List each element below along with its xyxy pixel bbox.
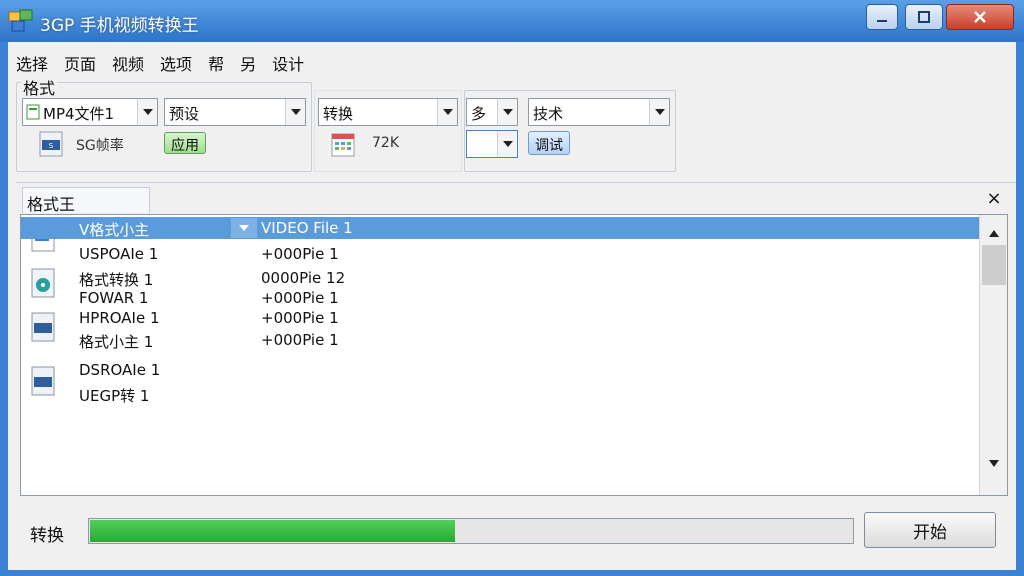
menu-item-select[interactable]: 选择 <box>8 46 56 74</box>
info-text: 72K <box>372 135 399 151</box>
list-header: 格式王 <box>16 182 1016 214</box>
small-combo-value: 多 <box>471 105 487 123</box>
row-value: VIDEO File 1 <box>261 219 353 237</box>
file-list[interactable]: V格式小主 VIDEO File 1 USPOAIe 1 +000Pie 1 格… <box>20 214 1008 496</box>
window-title: 3GP 手机视频转换王 <box>40 16 199 36</box>
settings-button[interactable]: 调试 <box>528 131 570 155</box>
chevron-down-icon <box>290 109 301 115</box>
list-row[interactable]: UEGP转 1 <box>21 383 979 405</box>
app-window: 3GP 手机视频转换王 选择 页面 视频 选项 帮 另 设计 格式 MP4文件1 <box>0 0 1024 576</box>
chevron-down-icon <box>442 109 453 115</box>
menu-item-help[interactable]: 帮 <box>200 46 232 74</box>
list-row[interactable]: 格式小主 1 +000Pie 1 <box>21 329 979 351</box>
chevron-down-icon <box>142 109 153 115</box>
maximize-icon <box>918 11 930 23</box>
row-name: UEGP转 1 <box>79 387 150 405</box>
file-size-text: SG帧率 <box>76 138 124 154</box>
svg-text:S: S <box>49 142 54 150</box>
status-label: 转换 <box>30 526 64 546</box>
list-row[interactable]: 格式转换 1 0000Pie 12 <box>21 267 979 289</box>
row-name: V格式小主 <box>79 221 150 239</box>
empty-combo[interactable] <box>466 130 518 158</box>
list-row[interactable]: V格式小主 VIDEO File 1 <box>21 217 979 239</box>
list-close-icon[interactable]: × <box>984 188 1004 209</box>
close-button[interactable] <box>946 4 1014 30</box>
empty-combo-arrow[interactable] <box>497 131 517 157</box>
scroll-up-button[interactable] <box>980 221 1007 245</box>
format-combo-arrow[interactable] <box>137 99 157 125</box>
convert-combo[interactable]: 转换 <box>318 98 458 126</box>
technical-combo-value: 技术 <box>533 105 564 123</box>
format-group-label: 格式 <box>21 75 58 99</box>
preset-combo-value: 预设 <box>169 105 200 123</box>
file-icon <box>26 104 40 120</box>
menu-item-page[interactable]: 页面 <box>56 46 104 74</box>
minimize-button[interactable] <box>866 4 898 30</box>
list-row[interactable]: HPROAIe 1 +000Pie 1 <box>21 307 979 329</box>
format-combo[interactable]: MP4文件1 <box>22 98 158 126</box>
scroll-down-button[interactable] <box>980 451 1007 475</box>
progress-fill <box>90 520 455 542</box>
conversion-progress-bar <box>88 518 854 544</box>
convert-combo-arrow[interactable] <box>437 99 457 125</box>
technical-combo-arrow[interactable] <box>649 99 669 125</box>
list-tab[interactable]: 格式王 <box>22 187 150 214</box>
apply-button[interactable]: 应用 <box>164 132 206 154</box>
list-row[interactable]: FOWAR 1 +000Pie 1 <box>21 287 979 309</box>
list-scrollbar[interactable] <box>979 215 1007 495</box>
row-value: +000Pie 1 <box>261 309 339 327</box>
close-icon <box>974 11 986 23</box>
menu-bar: 选择 页面 视频 选项 帮 另 设计 <box>8 46 1016 74</box>
row-name: DSROAIe 1 <box>79 361 161 379</box>
convert-combo-value: 转换 <box>323 105 354 123</box>
row-dropdown[interactable] <box>231 218 257 238</box>
row-name: 格式小主 1 <box>79 333 154 351</box>
app-logo-icon <box>8 9 33 32</box>
small-combo-arrow[interactable] <box>497 99 517 125</box>
menu-item-options[interactable]: 选项 <box>152 46 200 74</box>
list-row[interactable]: USPOAIe 1 +000Pie 1 <box>21 243 979 265</box>
title-bar[interactable]: 3GP 手机视频转换王 <box>0 0 1024 42</box>
calendar-icon <box>331 133 355 157</box>
maximize-button[interactable] <box>905 4 943 30</box>
list-row[interactable]: DSROAIe 1 <box>21 359 979 381</box>
format-combo-value: MP4文件1 <box>43 105 115 123</box>
small-combo[interactable]: 多 <box>466 98 518 126</box>
chevron-down-icon <box>502 109 513 115</box>
client-area: 选择 页面 视频 选项 帮 另 设计 格式 MP4文件1 预设 S SG帧率 应… <box>8 42 1016 570</box>
row-value: 0000Pie 12 <box>261 269 346 287</box>
row-value: +000Pie 1 <box>261 245 339 263</box>
video-file-icon: S <box>39 131 63 157</box>
preset-combo-arrow[interactable] <box>285 99 305 125</box>
chevron-down-icon <box>654 109 665 115</box>
row-name: HPROAIe 1 <box>79 309 160 327</box>
chevron-down-icon <box>502 141 513 147</box>
menu-item-other[interactable]: 另 <box>232 46 264 74</box>
row-value: +000Pie 1 <box>261 331 339 349</box>
row-value: +000Pie 1 <box>261 289 339 307</box>
chevron-down-icon <box>239 225 249 231</box>
format-group <box>16 82 312 172</box>
arrow-down-icon <box>989 459 999 467</box>
scroll-thumb[interactable] <box>982 245 1006 285</box>
row-name: FOWAR 1 <box>79 289 149 307</box>
menu-item-video[interactable]: 视频 <box>104 46 152 74</box>
start-button[interactable]: 开始 <box>864 512 996 548</box>
menu-item-design[interactable]: 设计 <box>264 46 312 74</box>
preset-combo[interactable]: 预设 <box>164 98 306 126</box>
technical-combo[interactable]: 技术 <box>528 98 670 126</box>
row-name: USPOAIe 1 <box>79 245 159 263</box>
minimize-icon <box>877 20 887 22</box>
arrow-up-icon <box>989 229 999 237</box>
